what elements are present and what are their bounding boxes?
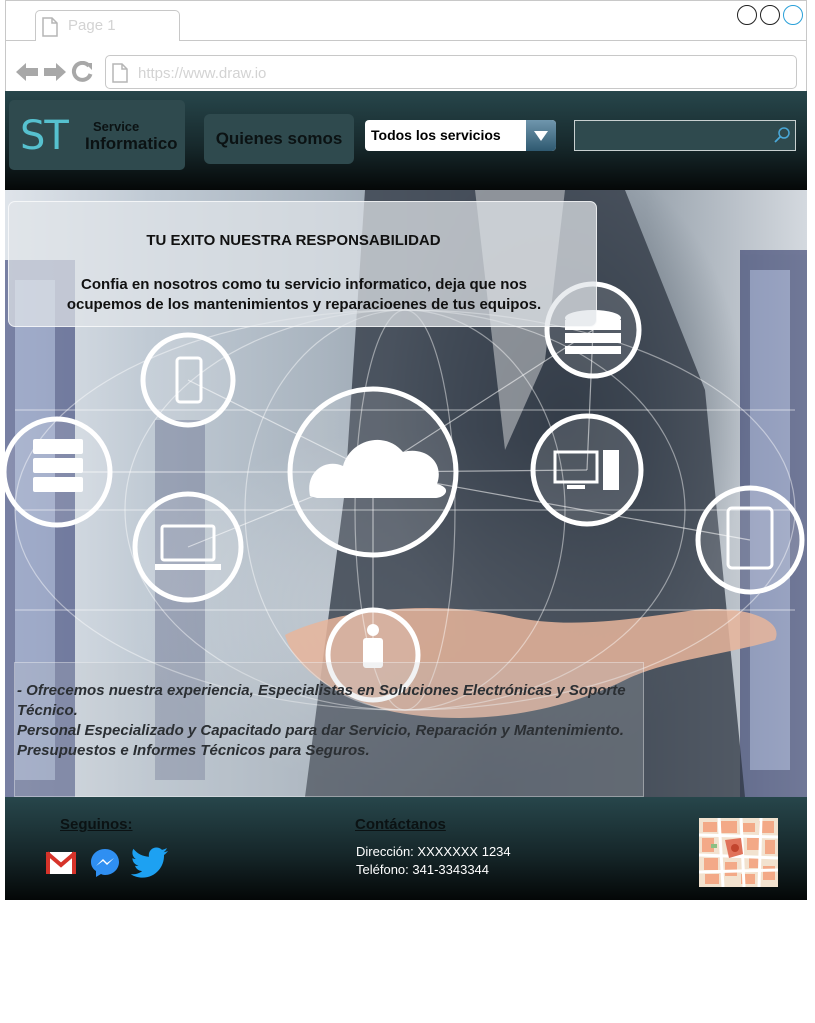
contact-phone: Teléfono: 341-3343344 xyxy=(356,862,490,877)
offer-line-2: Personal Especializado y Capacitado para… xyxy=(17,722,624,739)
search-input[interactable] xyxy=(575,121,773,152)
contact-heading: Contáctanos xyxy=(355,816,446,833)
logo-text-service: Service xyxy=(93,119,140,134)
headline-intro: Confia en nosotros como tu servicio info… xyxy=(19,275,589,315)
headline-panel: TU EXITO NUESTRA RESPONSABILIDAD Confia … xyxy=(8,201,597,327)
logo-mark: ST xyxy=(20,113,69,159)
quienes-somos-button[interactable]: Quienes somos xyxy=(204,114,354,164)
services-dropdown-value: Todos los servicios xyxy=(371,127,501,143)
window-controls xyxy=(737,5,803,25)
services-offer-panel: - Ofrecemos nuestra experiencia, Especia… xyxy=(14,662,644,797)
browser-tab[interactable]: Page 1 xyxy=(35,10,180,41)
contact-address: Dirección: XXXXXXX 1234 xyxy=(356,844,511,859)
tab-label: Page 1 xyxy=(68,17,116,34)
follow-heading: Seguinos: xyxy=(60,816,133,833)
browser-toolbar xyxy=(5,41,807,91)
logo[interactable]: ST Service Informatico xyxy=(9,100,185,170)
nav-icons xyxy=(15,61,93,83)
page-icon xyxy=(42,17,58,42)
intro-line-2: ocupemos de los mantenimientos y reparac… xyxy=(66,296,542,313)
site-footer: Seguinos: Contáctanos Dirección: XXXXXXX… xyxy=(5,797,807,900)
logo-text-informatico: Informatico xyxy=(85,134,178,153)
offer-line-3: Presupuestos e Informes Técnicos para Se… xyxy=(17,742,370,759)
twitter-icon[interactable] xyxy=(130,847,170,884)
offer-line-1: - Ofrecemos nuestra experiencia, Especia… xyxy=(17,682,626,719)
address-bar[interactable] xyxy=(105,55,797,89)
search-box xyxy=(574,120,796,152)
search-icon[interactable] xyxy=(773,126,791,149)
offer-text: - Ofrecemos nuestra experiencia, Especia… xyxy=(17,681,647,761)
close-icon[interactable] xyxy=(783,5,803,25)
back-arrow-icon[interactable] xyxy=(15,62,39,82)
map-thumbnail[interactable] xyxy=(698,817,779,892)
url-input[interactable] xyxy=(136,64,740,83)
maximize-icon[interactable] xyxy=(760,5,780,25)
hero-banner: TU EXITO NUESTRA RESPONSABILIDAD Confia … xyxy=(5,190,807,797)
minimize-icon[interactable] xyxy=(737,5,757,25)
tab-strip: Page 1 xyxy=(5,0,807,41)
forward-arrow-icon[interactable] xyxy=(43,62,67,82)
chevron-down-icon[interactable] xyxy=(526,120,556,151)
gmail-icon[interactable] xyxy=(45,847,77,884)
headline-title: TU EXITO NUESTRA RESPONSABILIDAD xyxy=(146,232,441,249)
messenger-icon[interactable] xyxy=(89,847,121,884)
refresh-icon[interactable] xyxy=(71,61,93,83)
page-icon xyxy=(112,63,128,88)
services-dropdown[interactable]: Todos los servicios xyxy=(365,120,556,151)
site-header: ST Service Informatico Quienes somos Tod… xyxy=(5,91,807,190)
intro-line-1: Confia en nosotros como tu servicio info… xyxy=(81,276,527,293)
